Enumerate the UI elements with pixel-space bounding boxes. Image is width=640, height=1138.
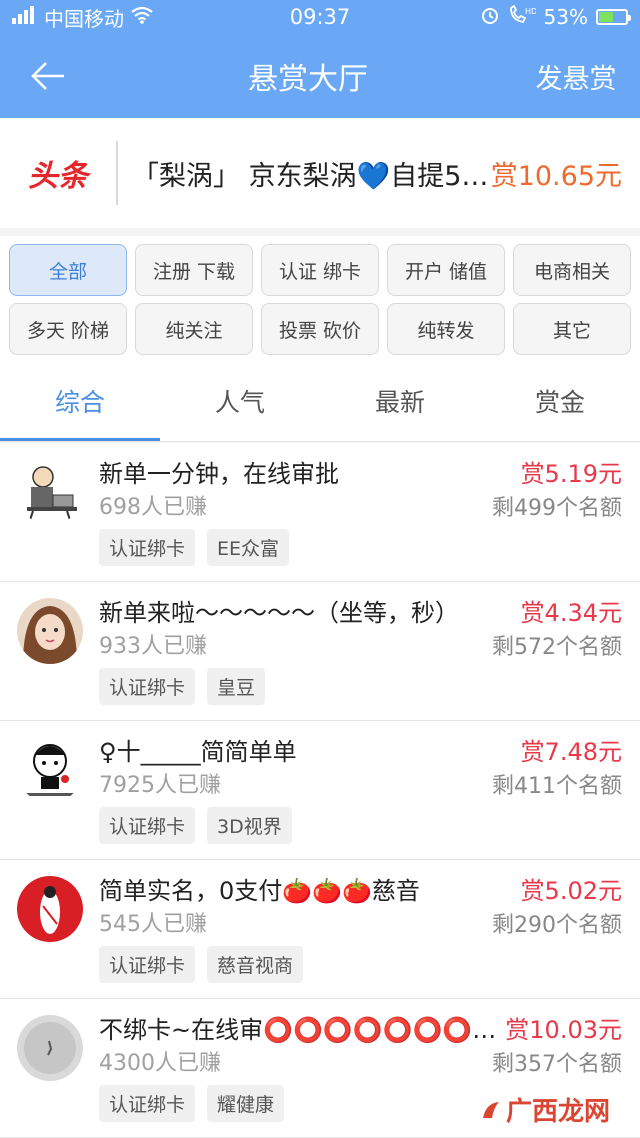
- arrow-left-icon: [31, 62, 64, 90]
- task-tag: 认证绑卡: [99, 529, 196, 566]
- task-tag: 认证绑卡: [99, 807, 196, 844]
- post-reward-button[interactable]: 发悬赏: [520, 57, 640, 96]
- clock: 09:37: [289, 5, 351, 29]
- avatar: [17, 737, 83, 803]
- remaining-slots: 剩290个名额: [492, 913, 622, 938]
- headline-ticker[interactable]: 头条 「梨涡」 京东梨涡💙自提5… 赏10.65元: [0, 118, 640, 228]
- sort-tabs: 综合 人气 最新 赏金: [0, 360, 640, 442]
- task-tags: 认证绑卡 3D视界: [99, 807, 640, 844]
- task-reward: 赏10.03元: [505, 1016, 622, 1044]
- task-tag: 3D视界: [207, 807, 292, 844]
- avatar: [17, 598, 83, 664]
- watermark: 广西龙网: [480, 1091, 610, 1128]
- hd-call-icon: HD: [508, 4, 537, 30]
- page-title: 悬赏大厅: [248, 62, 368, 97]
- task-tags: 认证绑卡 EE众富: [99, 529, 640, 566]
- alarm-icon: [480, 5, 500, 30]
- back-button[interactable]: [0, 34, 96, 118]
- remaining-slots: 剩357个名额: [492, 1052, 622, 1077]
- task-meta: 赏7.48元剩411个名额: [492, 735, 622, 803]
- task-tag: 皇豆: [207, 668, 266, 705]
- task-title: 简单实名，0支付🍅🍅🍅慈音: [99, 877, 420, 905]
- task-tags: 认证绑卡 慈音视商: [99, 946, 640, 983]
- filter-button[interactable]: 多天 阶梯: [9, 303, 127, 355]
- task-tag: 耀健康: [207, 1085, 285, 1122]
- task-reward: 赏7.48元: [520, 738, 622, 766]
- remaining-slots: 剩411个名额: [492, 774, 622, 799]
- task-tag: EE众富: [207, 529, 290, 566]
- sort-tab[interactable]: 综合: [0, 360, 160, 441]
- headline-reward: 赏10.65元: [490, 160, 622, 192]
- category-filters: 全部 注册 下载 认证 绑卡 开户 储值 电商相关多天 阶梯 纯关注 投票 砍价 纯转发 其它: [0, 236, 640, 360]
- task-title: ♀十_____简简单单: [99, 738, 297, 766]
- task-title: 不绑卡~在线审⭕⭕⭕⭕⭕⭕⭕…: [99, 1016, 497, 1044]
- filter-button[interactable]: 投票 砍价: [261, 303, 379, 355]
- task-list: 新单一分钟，在线审批 698人已赚 认证绑卡 EE众富 赏5.19元 剩499个名额 新单来…: [0, 443, 640, 1138]
- task-reward: 赏4.34元: [520, 599, 622, 627]
- filter-button[interactable]: 开户 储值: [387, 244, 505, 296]
- avatar: [17, 459, 83, 525]
- task-meta: 赏10.03元剩357个名额: [492, 1013, 622, 1081]
- watermark-logo-icon: [482, 1101, 499, 1118]
- task-item[interactable]: 新单来啦～～～～～（坐等，秒） 933人已赚 认证绑卡 皇豆 赏4.34元 剩572个名额: [0, 582, 640, 721]
- filter-button[interactable]: 电商相关: [513, 244, 631, 296]
- filter-button[interactable]: 认证 绑卡: [261, 244, 379, 296]
- status-bar: 中国移动 09:37 HD 53%: [0, 0, 640, 34]
- task-title: 新单来啦～～～～～（坐等，秒）: [99, 599, 459, 627]
- task-meta: 赏5.19元剩499个名额: [492, 457, 622, 525]
- signal-icon: [12, 5, 38, 29]
- nav-bar: 悬赏大厅 发悬赏: [0, 34, 640, 118]
- task-title: 新单一分钟，在线审批: [99, 460, 339, 488]
- battery-icon: [596, 9, 631, 25]
- task-tag: 认证绑卡: [99, 668, 196, 705]
- task-item[interactable]: 新单一分钟，在线审批 698人已赚 认证绑卡 EE众富 赏5.19元 剩499个名额: [0, 443, 640, 582]
- task-meta: 赏5.02元剩290个名额: [492, 874, 622, 942]
- task-item[interactable]: 简单实名，0支付🍅🍅🍅慈音 545人已赚 认证绑卡 慈音视商 赏5.02元 剩290个名额: [0, 860, 640, 999]
- sort-tab[interactable]: 最新: [320, 360, 480, 441]
- battery-percent: 53%: [543, 5, 588, 29]
- task-item[interactable]: ♀十_____简简单单 7925人已赚 认证绑卡 3D视界 赏7.48元 剩411个名额: [0, 721, 640, 860]
- task-tag: 认证绑卡: [99, 946, 196, 983]
- task-reward: 赏5.02元: [520, 877, 622, 905]
- task-tag: 认证绑卡: [99, 1085, 196, 1122]
- task-tag: 慈音视商: [207, 946, 304, 983]
- task-meta: 赏4.34元剩572个名额: [492, 596, 622, 664]
- filter-button[interactable]: 其它: [513, 303, 631, 355]
- avatar: [17, 1015, 83, 1081]
- carrier-label: 中国移动: [44, 6, 124, 31]
- remaining-slots: 剩572个名额: [492, 635, 622, 660]
- wifi-icon: [130, 5, 154, 29]
- filter-button[interactable]: 纯关注: [135, 303, 253, 355]
- sort-tab[interactable]: 赏金: [480, 360, 640, 441]
- remaining-slots: 剩499个名额: [492, 496, 622, 521]
- task-reward: 赏5.19元: [520, 460, 622, 488]
- filter-button[interactable]: 全部: [9, 244, 127, 296]
- avatar: [17, 876, 83, 942]
- task-tags: 认证绑卡 皇豆: [99, 668, 640, 705]
- headline-text: 「梨涡」 京东梨涡💙自提5…: [132, 160, 489, 192]
- toutiao-logo: 头条: [28, 159, 88, 194]
- sort-tab[interactable]: 人气: [160, 360, 320, 441]
- svg-text:HD: HD: [525, 7, 536, 16]
- filter-button[interactable]: 纯转发: [387, 303, 505, 355]
- filter-button[interactable]: 注册 下载: [135, 244, 253, 296]
